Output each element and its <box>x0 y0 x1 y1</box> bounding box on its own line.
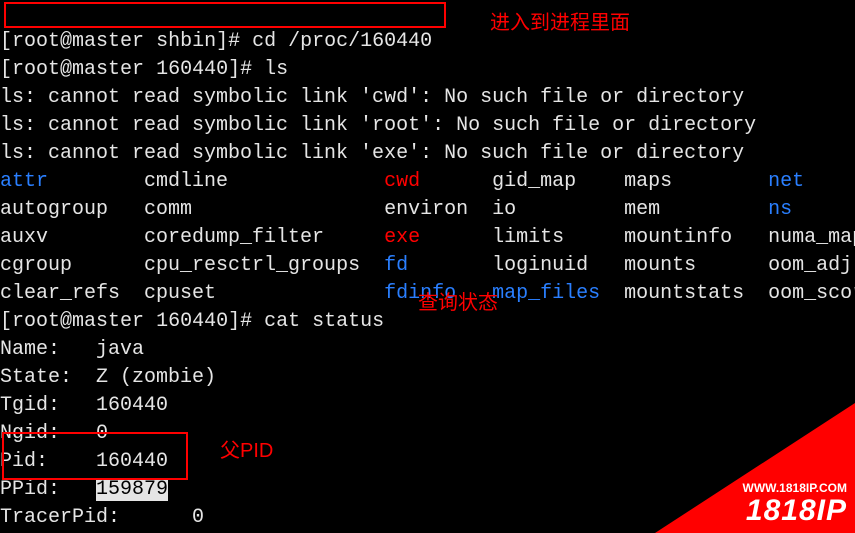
ls-row-2: auxv coredump_filter exe limits mountinf… <box>0 226 855 249</box>
highlight-box-command-1 <box>4 2 446 28</box>
watermark-brand: 1818IP <box>743 495 847 527</box>
status-tgid: Tgid: 160440 <box>0 394 168 417</box>
prompt-3[interactable]: [root@master 160440]# cat status <box>0 310 384 333</box>
ls-row-1: autogroup comm environ io mem ns <box>0 198 855 221</box>
status-name: Name: java <box>0 338 144 361</box>
status-state: State: Z (zombie) <box>0 366 216 389</box>
command-3[interactable]: cat status <box>264 310 384 333</box>
ppid-value: 159879 <box>96 478 168 501</box>
status-ppid: PPid: 159879 <box>0 478 168 501</box>
status-tracerpid: TracerPid: 0 <box>0 506 204 529</box>
ls-error-2: ls: cannot read symbolic link 'root': No… <box>0 114 756 137</box>
ls-error-3: ls: cannot read symbolic link 'exe': No … <box>0 142 744 165</box>
watermark-logo: WWW.1818IP.COM 1818IP <box>743 481 847 527</box>
command-1[interactable]: cd /proc/160440 <box>252 30 432 53</box>
highlight-box-ppid <box>2 432 188 480</box>
annotation-enter-process: 进入到进程里面 <box>490 6 630 35</box>
annotation-parent-pid: 父PID <box>220 434 273 463</box>
annotation-query-status: 查询状态 <box>418 286 498 315</box>
ls-row-0: attr cmdline cwd gid_map maps net <box>0 170 855 193</box>
ls-row-3: cgroup cpu_resctrl_groups fd loginuid mo… <box>0 254 855 277</box>
command-2[interactable]: ls <box>264 58 288 81</box>
prompt-2[interactable]: [root@master 160440]# ls <box>0 58 288 81</box>
ls-error-1: ls: cannot read symbolic link 'cwd': No … <box>0 86 744 109</box>
watermark-url: WWW.1818IP.COM <box>743 481 847 495</box>
prompt-1[interactable]: [root@master shbin]# cd /proc/160440 <box>0 30 432 53</box>
